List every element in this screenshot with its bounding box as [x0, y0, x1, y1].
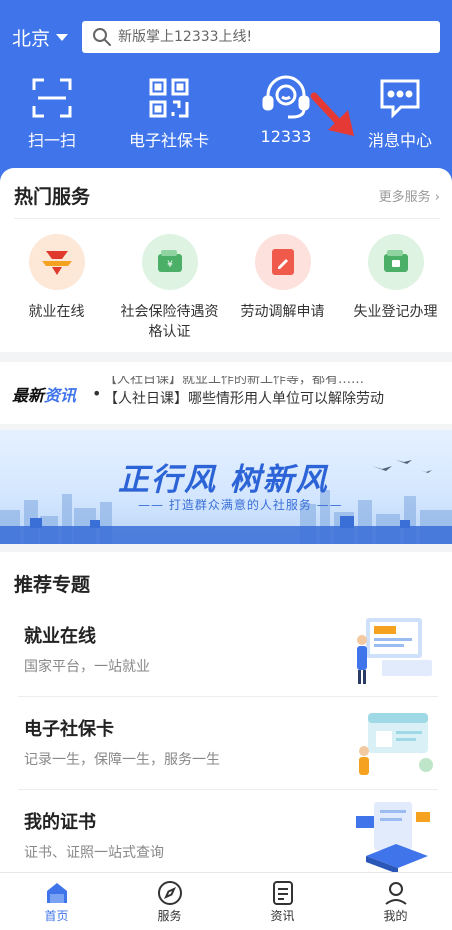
- service-employment-online[interactable]: 就业在线: [0, 234, 113, 322]
- news-headline[interactable]: 【人社日课】哪些情形用人单位可以解除劳动: [104, 388, 444, 408]
- search-bar[interactable]: [82, 21, 440, 53]
- service-label: 劳动调解申请: [240, 304, 325, 320]
- bottom-tab-bar: 首页 服务 资讯 我的: [0, 872, 452, 930]
- recommended-title: 推荐专题: [14, 574, 91, 596]
- city-label: 北京: [12, 28, 51, 50]
- news-tag-a: 最新: [12, 386, 45, 405]
- hot-services-card: 热门服务 更多服务 › 就业在线 ¥ 社会保险待遇资格认证 劳动调解申请 失业登…: [0, 168, 452, 352]
- city-selector[interactable]: 北京: [12, 24, 69, 51]
- scan-icon: [32, 78, 72, 118]
- document-pen-icon: [271, 249, 294, 275]
- topic-item[interactable]: 电子社保卡 记录一生，保障一生，服务一生: [0, 697, 452, 790]
- quick-action-scan[interactable]: 扫一扫: [0, 72, 107, 151]
- news-tag-b: 资讯: [44, 386, 77, 405]
- news-ticker[interactable]: 最新资讯 • 【人社日课】就业工作的新工作等，都有…… 【人社日课】哪些情形用人…: [0, 362, 452, 424]
- chevron-down-icon: [56, 34, 69, 41]
- topic-subtitle: 证书、证照一站式查询: [24, 845, 164, 861]
- message-icon: [380, 79, 420, 118]
- social-card-illustration: [359, 713, 433, 775]
- header: 北京 扫一扫 电子社保卡 12333 消息中心: [0, 0, 452, 185]
- employment-logo-icon: [41, 251, 72, 275]
- banner-subline: —— 打造群众满意的人社服务 ——: [138, 498, 343, 512]
- service-labor-mediation[interactable]: 劳动调解申请: [226, 234, 339, 322]
- news-icon: [272, 881, 293, 905]
- banner-headline: 正行风 树新风: [118, 462, 329, 498]
- tab-label: 资讯: [270, 909, 295, 923]
- recommended-topics: 推荐专题 就业在线 国家平台，一站就业 电子社保卡 记录一生，保障一生，服务一生…: [0, 552, 452, 874]
- tab-label: 我的: [383, 909, 408, 923]
- headset-icon: [262, 75, 310, 119]
- service-insurance-certification[interactable]: ¥ 社会保险待遇资格认证: [113, 234, 226, 342]
- wallet-icon: [383, 250, 408, 272]
- topic-subtitle: 记录一生，保障一生，服务一生: [24, 752, 220, 768]
- news-tag: 最新资讯: [12, 382, 76, 406]
- tab-news[interactable]: 资讯: [226, 879, 339, 924]
- topic-title: 电子社保卡: [24, 719, 114, 740]
- service-label: 社会保险待遇资格认证: [120, 304, 219, 340]
- compass-icon: [157, 881, 182, 905]
- service-unemployment-registration[interactable]: 失业登记办理: [339, 234, 452, 322]
- topic-subtitle: 国家平台，一站就业: [24, 659, 150, 675]
- bullet-icon: •: [92, 384, 102, 403]
- qr-code-icon: [149, 78, 189, 118]
- hot-services-title: 热门服务: [14, 186, 91, 208]
- wallet-icon: ¥: [157, 250, 182, 272]
- quick-action-messages[interactable]: 消息中心: [345, 72, 452, 151]
- tab-label: 首页: [44, 909, 69, 923]
- svg-text:¥: ¥: [167, 260, 173, 270]
- more-services-link[interactable]: 更多服务 ›: [379, 186, 440, 205]
- tab-mine[interactable]: 我的: [339, 879, 452, 924]
- topic-title: 就业在线: [24, 626, 96, 647]
- tab-label: 服务: [157, 909, 182, 923]
- divider: [14, 218, 440, 219]
- annotation-arrow-icon: [310, 92, 354, 136]
- topic-item[interactable]: 就业在线 国家平台，一站就业: [0, 604, 452, 697]
- news-headline[interactable]: 【人社日课】就业工作的新工作等，都有……: [104, 376, 444, 387]
- certificate-illustration: [356, 802, 430, 874]
- tab-home[interactable]: 首页: [0, 879, 113, 924]
- topic-title: 我的证书: [24, 812, 96, 833]
- service-label: 失业登记办理: [353, 304, 438, 320]
- quick-action-label: 扫一扫: [27, 131, 76, 150]
- search-input[interactable]: [118, 29, 418, 45]
- employment-illustration: [357, 618, 432, 684]
- tab-services[interactable]: 服务: [113, 879, 226, 924]
- user-icon: [384, 882, 407, 905]
- quick-action-label: 电子社保卡: [128, 131, 209, 150]
- quick-action-label: 消息中心: [367, 131, 432, 150]
- promo-banner[interactable]: 正行风 树新风 —— 打造群众满意的人社服务 ——: [0, 430, 452, 544]
- quick-action-social-card[interactable]: 电子社保卡: [114, 72, 224, 151]
- search-icon: [93, 28, 111, 46]
- home-icon: [46, 883, 67, 903]
- topic-item[interactable]: 我的证书 证书、证照一站式查询: [0, 790, 452, 883]
- service-label: 就业在线: [28, 304, 85, 320]
